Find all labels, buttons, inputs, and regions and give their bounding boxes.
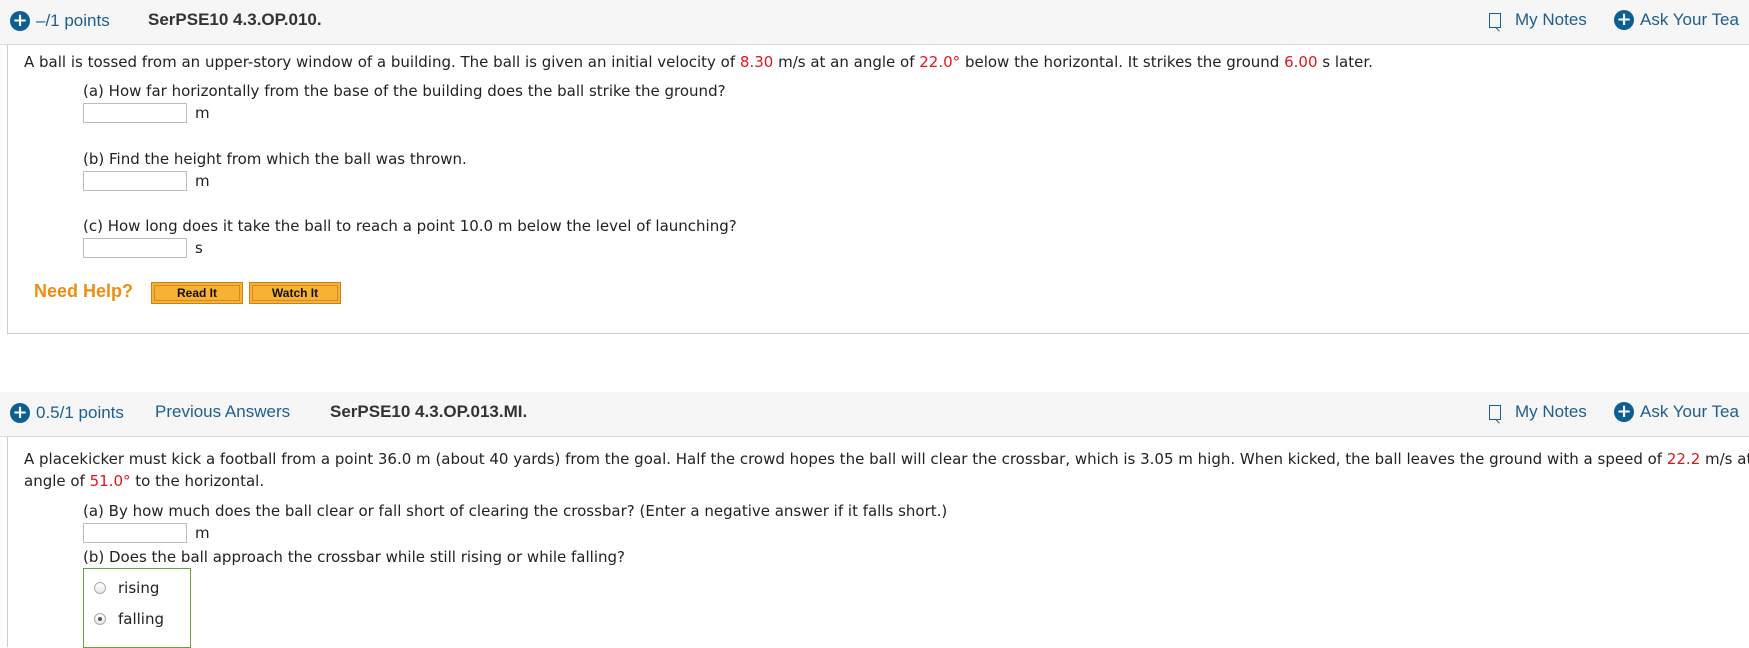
note-icon <box>1489 12 1501 28</box>
note-icon <box>1489 404 1501 420</box>
part-a-answer-input[interactable] <box>83 523 187 543</box>
plus-circle-icon: + <box>1614 10 1634 30</box>
question-1-header: + –/1 points SerPSE10 4.3.OP.010. My Not… <box>0 0 1749 45</box>
given-value: 22.2 <box>1666 450 1701 468</box>
ask-teacher-label: Ask Your Tea <box>1640 10 1739 29</box>
my-notes-link[interactable]: My Notes <box>1489 10 1587 30</box>
points-label: 0.5/1 points <box>36 403 124 422</box>
part-a-label: (a) How far horizontally from the base o… <box>83 82 726 100</box>
plus-circle-icon[interactable]: + <box>10 11 30 31</box>
radio-option-falling[interactable]: falling <box>94 610 164 628</box>
part-b-label: (b) Does the ball approach the crossbar … <box>83 548 625 566</box>
radio-option-rising[interactable]: rising <box>94 579 159 597</box>
my-notes-label: My Notes <box>1515 402 1587 421</box>
question-2-stem: A placekicker must kick a football from … <box>24 450 1749 490</box>
part-a-unit: m <box>195 524 210 542</box>
given-value: 6.00 <box>1284 53 1318 71</box>
my-notes-link[interactable]: My Notes <box>1489 402 1587 422</box>
part-a-answer-input[interactable] <box>83 103 187 123</box>
part-c-label: (c) How long does it take the ball to re… <box>83 217 737 235</box>
points-label: –/1 points <box>36 11 110 30</box>
part-a-unit: m <box>195 104 210 122</box>
my-notes-label: My Notes <box>1515 10 1587 29</box>
ask-teacher-link[interactable]: + Ask Your Tea <box>1614 10 1739 30</box>
question-1-stem: A ball is tossed from an upper-story win… <box>24 53 1373 71</box>
radio-button[interactable] <box>94 582 106 594</box>
part-b-label: (b) Find the height from which the ball … <box>83 150 467 168</box>
previous-answers-link[interactable]: Previous Answers <box>155 402 290 422</box>
part-b-answer-input[interactable] <box>83 171 187 191</box>
part-b-unit: m <box>195 172 210 190</box>
plus-circle-icon[interactable]: + <box>10 403 30 423</box>
radio-label: falling <box>118 610 165 628</box>
radio-button-selected[interactable] <box>94 613 106 625</box>
plus-circle-icon: + <box>1614 402 1634 422</box>
given-value: 51.0° <box>89 472 131 490</box>
given-value: 8.30 <box>739 53 774 71</box>
radio-group: rising falling <box>83 568 191 648</box>
part-c-answer-input[interactable] <box>83 238 187 258</box>
question-id: SerPSE10 4.3.OP.010. <box>148 10 322 29</box>
ask-teacher-label: Ask Your Tea <box>1640 402 1739 421</box>
part-c-unit: s <box>195 239 203 257</box>
question-2-points[interactable]: + 0.5/1 points <box>10 402 124 424</box>
watch-it-button[interactable]: Watch It <box>249 282 341 304</box>
ask-teacher-link[interactable]: + Ask Your Tea <box>1614 402 1739 422</box>
question-id: SerPSE10 4.3.OP.013.MI. <box>330 402 528 421</box>
part-a-label: (a) By how much does the ball clear or f… <box>83 502 948 520</box>
read-it-button[interactable]: Read It <box>151 282 243 304</box>
question-2-header: + 0.5/1 points Previous Answers SerPSE10… <box>0 392 1749 437</box>
given-value: 22.0° <box>919 53 961 71</box>
need-help-label: Need Help? <box>34 281 134 301</box>
radio-label: rising <box>118 579 160 597</box>
question-1-points[interactable]: + –/1 points <box>10 10 110 32</box>
